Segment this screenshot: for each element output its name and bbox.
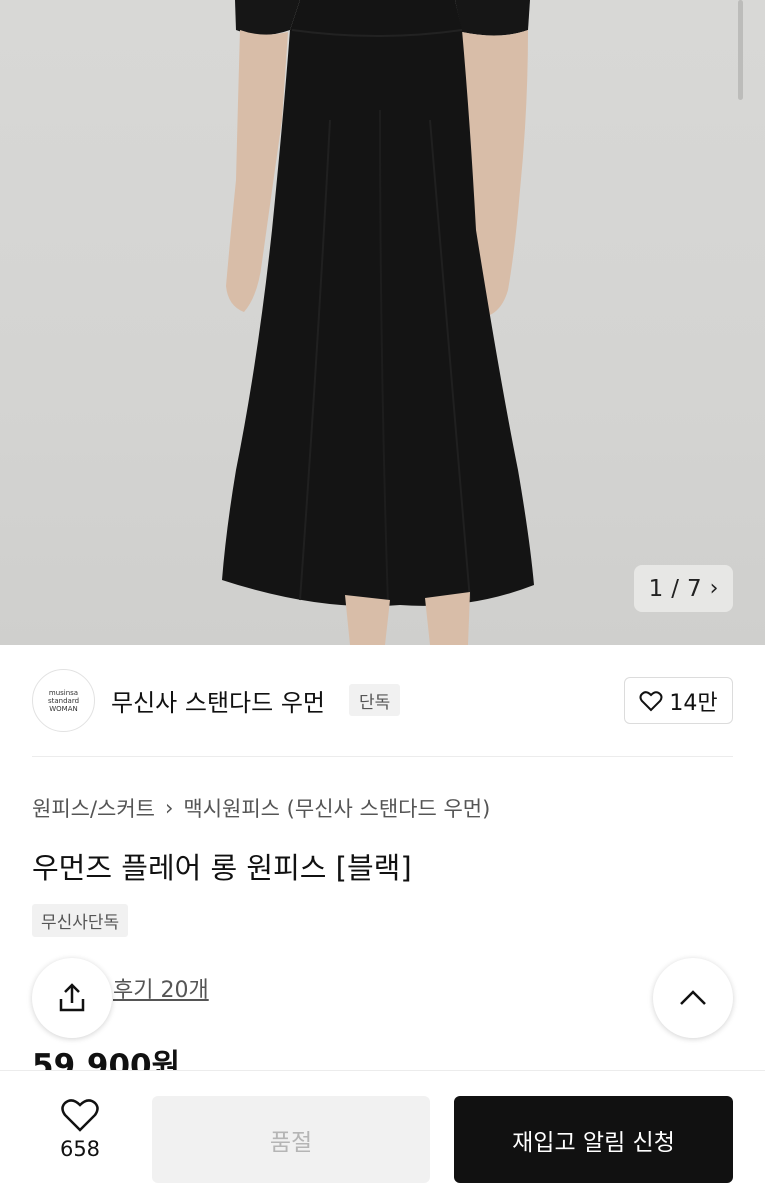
brand-name[interactable]: 무신사 스탠다드 우먼 (111, 683, 325, 718)
brand-row: musinsa standard WOMAN 무신사 스탠다드 우먼 단독 14… (0, 645, 765, 757)
dress-photo (222, 0, 534, 645)
chevron-right-icon: › (709, 576, 719, 601)
soldout-button[interactable]: 품절 (152, 1096, 430, 1183)
breadcrumb-subcategory[interactable]: 맥시원피스 (무신사 스탠다드 우먼) (183, 793, 490, 823)
heart-icon (639, 690, 663, 711)
chevron-right-icon: › (165, 796, 174, 820)
product-image[interactable]: 1 / 7 › (0, 0, 765, 645)
section-divider (32, 756, 733, 757)
restock-alert-button[interactable]: 재입고 알림 신청 (454, 1096, 733, 1183)
breadcrumb-category[interactable]: 원피스/스커트 (32, 793, 155, 823)
image-counter-current: 1 (648, 575, 664, 602)
share-icon (59, 983, 85, 1012)
chevron-up-icon (680, 990, 706, 1005)
wishlist-count: 658 (59, 1137, 101, 1161)
exclusive-tag: 무신사단독 (32, 904, 129, 937)
scroll-top-button[interactable] (653, 958, 733, 1038)
reviews-link[interactable]: 후기 20개 (113, 972, 209, 1004)
heart-icon (61, 1099, 99, 1132)
bottom-action-bar: 658 품절 재입고 알림 신청 (0, 1070, 765, 1200)
image-scrollbar[interactable] (738, 0, 743, 100)
brand-exclusive-badge: 단독 (349, 684, 401, 716)
brand-logo-line: musinsa (48, 688, 79, 697)
brand-logo-line: WOMAN (49, 704, 78, 713)
image-counter[interactable]: 1 / 7 › (634, 565, 733, 612)
brand-like-count: 14만 (669, 690, 718, 716)
brand-like-button[interactable]: 14만 (624, 677, 733, 724)
breadcrumb: 원피스/스커트 › 맥시원피스 (무신사 스탠다드 우먼) (32, 793, 490, 823)
brand-logo-line: standard (47, 696, 80, 705)
product-title: 우먼즈 플레어 롱 원피스 [블랙] (32, 851, 412, 885)
image-counter-separator: / (671, 575, 679, 602)
wishlist-button[interactable]: 658 (40, 1097, 120, 1161)
brand-logo[interactable]: musinsa standard WOMAN (32, 669, 95, 732)
image-counter-total: 7 (686, 575, 702, 602)
share-button[interactable] (32, 958, 112, 1038)
